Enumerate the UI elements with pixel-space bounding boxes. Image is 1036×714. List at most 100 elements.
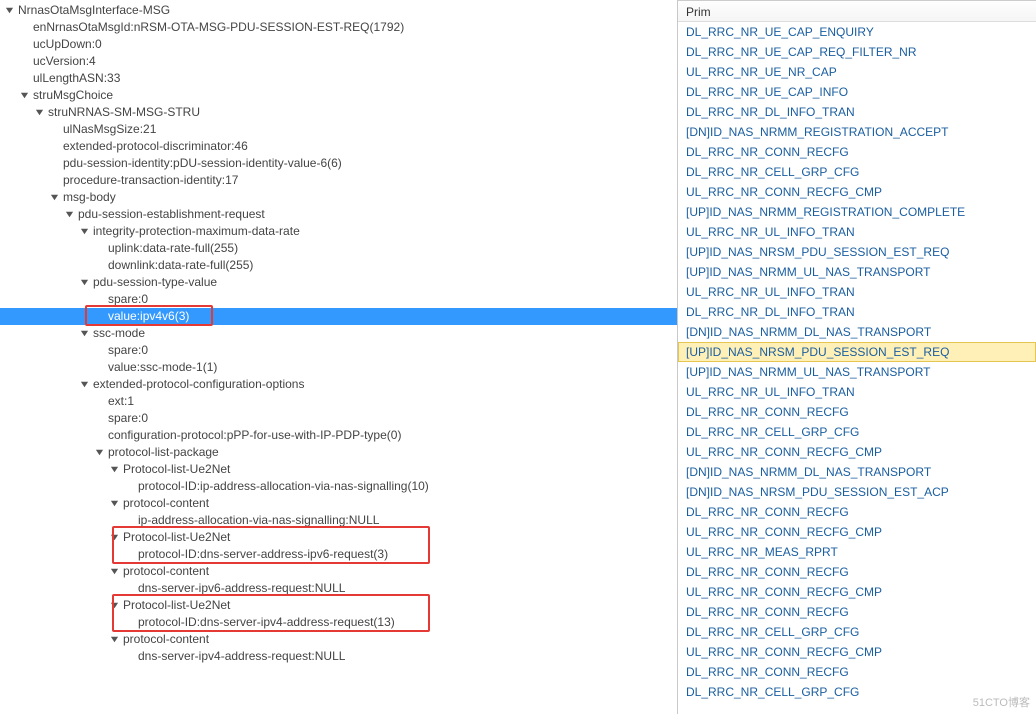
tree-row[interactable]: procedure-transaction-identity:17 [0,172,677,189]
tree-row[interactable]: ssc-mode [0,325,677,342]
prim-item[interactable]: [UP]ID_NAS_NRMM_UL_NAS_TRANSPORT [678,262,1036,282]
tree-row[interactable]: protocol-list-package [0,444,677,461]
prim-item[interactable]: DL_RRC_NR_CELL_GRP_CFG [678,422,1036,442]
tree-row[interactable]: protocol-content [0,631,677,648]
tree-row[interactable]: Protocol-list-Ue2Net [0,461,677,478]
tree-row[interactable]: ulNasMsgSize:21 [0,121,677,138]
tree-row[interactable]: Protocol-list-Ue2Net [0,597,677,614]
tree-row[interactable]: NrnasOtaMsgInterface-MSG [0,2,677,19]
tree-node-label: spare:0 [108,291,148,308]
tree-row[interactable]: ulLengthASN:33 [0,70,677,87]
prim-item[interactable]: [UP]ID_NAS_NRSM_PDU_SESSION_EST_REQ [678,342,1036,362]
prim-item[interactable]: DL_RRC_NR_CONN_RECFG [678,142,1036,162]
prim-item[interactable]: DL_RRC_NR_CONN_RECFG [678,402,1036,422]
tree-expand-icon[interactable] [79,379,90,390]
tree-row[interactable]: Protocol-list-Ue2Net [0,529,677,546]
prim-item[interactable]: [UP]ID_NAS_NRMM_REGISTRATION_COMPLETE [678,202,1036,222]
tree-row[interactable]: spare:0 [0,342,677,359]
prim-item[interactable]: [UP]ID_NAS_NRMM_UL_NAS_TRANSPORT [678,362,1036,382]
tree-expand-icon[interactable] [34,107,45,118]
tree-expand-icon[interactable] [19,90,30,101]
tree-row[interactable]: integrity-protection-maximum-data-rate [0,223,677,240]
tree-row[interactable]: uplink:data-rate-full(255) [0,240,677,257]
prim-item[interactable]: UL_RRC_NR_UE_NR_CAP [678,62,1036,82]
prim-item[interactable]: DL_RRC_NR_CONN_RECFG [678,602,1036,622]
tree-row[interactable]: extended-protocol-discriminator:46 [0,138,677,155]
tree-row[interactable]: pdu-session-identity:pDU-session-identit… [0,155,677,172]
tree-row[interactable]: msg-body [0,189,677,206]
prim-item[interactable]: DL_RRC_NR_UE_CAP_REQ_FILTER_NR [678,42,1036,62]
tree-expand-icon[interactable] [109,498,120,509]
tree-node-label: dns-server-ipv4-address-request:NULL [138,648,345,665]
tree-no-icon [124,617,135,628]
tree-expand-icon[interactable] [79,277,90,288]
message-tree-pane[interactable]: NrnasOtaMsgInterface-MSGenNrnasOtaMsgId:… [0,0,678,714]
tree-row[interactable]: ip-address-allocation-via-nas-signalling… [0,512,677,529]
tree-row[interactable]: ucVersion:4 [0,53,677,70]
prim-item[interactable]: UL_RRC_NR_CONN_RECFG_CMP [678,182,1036,202]
tree-expand-icon[interactable] [79,328,90,339]
prim-item[interactable]: UL_RRC_NR_CONN_RECFG_CMP [678,642,1036,662]
tree-row[interactable]: ucUpDown:0 [0,36,677,53]
tree-no-icon [124,549,135,560]
prim-item[interactable]: UL_RRC_NR_CONN_RECFG_CMP [678,582,1036,602]
prim-item[interactable]: DL_RRC_NR_CONN_RECFG [678,562,1036,582]
prim-list[interactable]: DL_RRC_NR_UE_CAP_ENQUIRYDL_RRC_NR_UE_CAP… [678,22,1036,702]
prim-item[interactable]: UL_RRC_NR_CONN_RECFG_CMP [678,522,1036,542]
tree-row[interactable]: spare:0 [0,410,677,427]
tree-expand-icon[interactable] [109,634,120,645]
tree-row[interactable]: protocol-ID:dns-server-address-ipv6-requ… [0,546,677,563]
tree-expand-icon[interactable] [94,447,105,458]
tree-expand-icon[interactable] [79,226,90,237]
tree-row[interactable]: value:ssc-mode-1(1) [0,359,677,376]
prim-list-pane[interactable]: Prim DL_RRC_NR_UE_CAP_ENQUIRYDL_RRC_NR_U… [678,0,1036,714]
tree-row[interactable]: dns-server-ipv4-address-request:NULL [0,648,677,665]
tree-row[interactable]: struMsgChoice [0,87,677,104]
prim-item[interactable]: [DN]ID_NAS_NRSM_PDU_SESSION_EST_ACP [678,482,1036,502]
tree-expand-icon[interactable] [109,566,120,577]
tree-row[interactable]: spare:0 [0,291,677,308]
tree-expand-icon[interactable] [49,192,60,203]
tree-row[interactable]: enNrnasOtaMsgId:nRSM-OTA-MSG-PDU-SESSION… [0,19,677,36]
message-tree[interactable]: NrnasOtaMsgInterface-MSGenNrnasOtaMsgId:… [0,0,677,695]
prim-item[interactable]: UL_RRC_NR_UL_INFO_TRAN [678,282,1036,302]
prim-item[interactable]: DL_RRC_NR_CONN_RECFG [678,662,1036,682]
prim-item[interactable]: UL_RRC_NR_UL_INFO_TRAN [678,222,1036,242]
prim-item[interactable]: DL_RRC_NR_DL_INFO_TRAN [678,302,1036,322]
tree-row[interactable]: pdu-session-establishment-request [0,206,677,223]
tree-row[interactable]: configuration-protocol:pPP-for-use-with-… [0,427,677,444]
tree-row[interactable]: protocol-ID:dns-server-ipv4-address-requ… [0,614,677,631]
tree-row[interactable]: protocol-content [0,495,677,512]
tree-row[interactable]: dns-server-ipv6-address-request:NULL [0,580,677,597]
prim-item[interactable]: UL_RRC_NR_CONN_RECFG_CMP [678,442,1036,462]
prim-item[interactable]: DL_RRC_NR_CONN_RECFG [678,502,1036,522]
tree-row[interactable]: struNRNAS-SM-MSG-STRU [0,104,677,121]
tree-row[interactable]: pdu-session-type-value [0,274,677,291]
tree-expand-icon[interactable] [4,5,15,16]
tree-no-icon [94,260,105,271]
tree-row[interactable]: protocol-ID:ip-address-allocation-via-na… [0,478,677,495]
tree-row[interactable]: downlink:data-rate-full(255) [0,257,677,274]
prim-item[interactable]: DL_RRC_NR_DL_INFO_TRAN [678,102,1036,122]
tree-row[interactable]: value:ipv4v6(3) [0,308,677,325]
tree-no-icon [124,651,135,662]
tree-expand-icon[interactable] [109,600,120,611]
prim-item[interactable]: DL_RRC_NR_CELL_GRP_CFG [678,622,1036,642]
prim-item[interactable]: [DN]ID_NAS_NRMM_REGISTRATION_ACCEPT [678,122,1036,142]
prim-item[interactable]: DL_RRC_NR_UE_CAP_INFO [678,82,1036,102]
prim-item[interactable]: DL_RRC_NR_UE_CAP_ENQUIRY [678,22,1036,42]
prim-item[interactable]: UL_RRC_NR_UL_INFO_TRAN [678,382,1036,402]
tree-node-label: ulNasMsgSize:21 [63,121,156,138]
tree-expand-icon[interactable] [109,532,120,543]
prim-item[interactable]: [UP]ID_NAS_NRSM_PDU_SESSION_EST_REQ [678,242,1036,262]
tree-row[interactable]: ext:1 [0,393,677,410]
prim-item[interactable]: DL_RRC_NR_CELL_GRP_CFG [678,162,1036,182]
tree-no-icon [49,158,60,169]
tree-row[interactable]: extended-protocol-configuration-options [0,376,677,393]
prim-item[interactable]: UL_RRC_NR_MEAS_RPRT [678,542,1036,562]
tree-expand-icon[interactable] [109,464,120,475]
tree-expand-icon[interactable] [64,209,75,220]
prim-item[interactable]: [DN]ID_NAS_NRMM_DL_NAS_TRANSPORT [678,462,1036,482]
tree-row[interactable]: protocol-content [0,563,677,580]
prim-item[interactable]: [DN]ID_NAS_NRMM_DL_NAS_TRANSPORT [678,322,1036,342]
